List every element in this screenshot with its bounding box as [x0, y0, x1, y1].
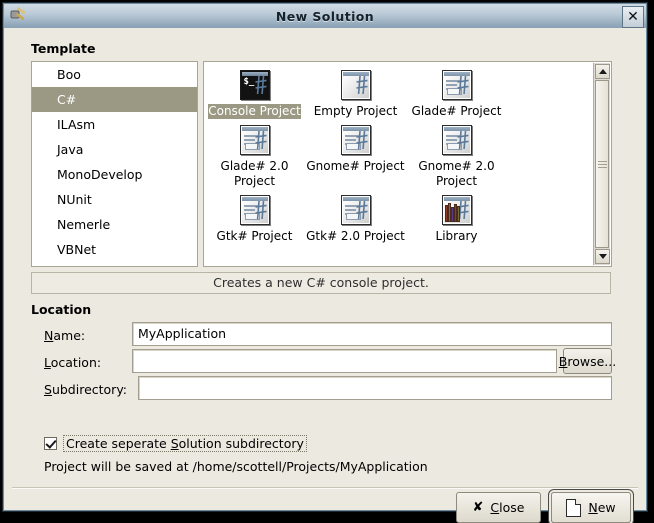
project-template-label: Gnome# 2.0 Project [418, 159, 495, 188]
scroll-down-icon[interactable] [595, 249, 610, 264]
project-template-label: Gtk# 2.0 Project [306, 229, 405, 243]
subdirectory-label: Subdirectory: [44, 382, 128, 397]
project-template-label: Empty Project [313, 104, 398, 118]
title-bar: New Solution ✕ [4, 4, 646, 29]
project-template-label: Console Project [208, 104, 301, 119]
project-template-item[interactable]: Gtk# Project [204, 195, 305, 244]
template-language-item[interactable]: VBNet [32, 237, 197, 262]
template-description: Creates a new C# console project. [31, 272, 611, 294]
template-language-item[interactable]: ILAsm [32, 112, 197, 137]
glade-window-icon [441, 70, 472, 100]
project-template-label: Library [435, 229, 478, 243]
template-language-item[interactable]: Nemerle [32, 212, 197, 237]
location-input[interactable] [132, 349, 557, 373]
project-template-item[interactable]: Library [406, 195, 507, 244]
footer-divider [12, 487, 638, 489]
template-language-list[interactable]: Boo C# ILAsm Java MonoDevelop NUnit Nemerle VBN… [31, 61, 198, 267]
dialog-content: Template Boo C# ILAsm Java MonoDevelop NUnit N… [4, 28, 646, 523]
project-pane-scrollbar[interactable] [593, 63, 610, 265]
scrollbar-grip-icon [597, 159, 607, 170]
checkbox-checked-icon[interactable] [44, 437, 57, 450]
checkbox-label: Create seperate Solution subdirectory [63, 435, 307, 452]
console-terminal-icon: $_ [239, 70, 270, 100]
new-button[interactable]: New [551, 492, 631, 523]
project-template-label: Gtk# Project [216, 229, 293, 243]
project-template-item[interactable]: Empty Project [305, 70, 406, 119]
template-language-item[interactable]: MonoDevelop [32, 162, 197, 187]
document-icon [566, 498, 582, 517]
template-language-item[interactable]: NUnit [32, 187, 197, 212]
project-template-item[interactable]: Glade# Project [406, 70, 507, 119]
project-template-label: Glade# Project [411, 104, 502, 118]
gnome-window-icon [441, 125, 472, 155]
project-template-item[interactable]: Gnome# Project [305, 125, 406, 189]
project-template-label: Glade# 2.0 Project [220, 159, 289, 188]
new-button-label: New [588, 500, 616, 515]
template-language-item[interactable]: C# [32, 87, 197, 112]
saved-path-text: Project will be saved at /home/scottell/… [44, 459, 428, 474]
template-language-item[interactable]: Boo [32, 62, 197, 87]
gnome-window-icon [340, 125, 371, 155]
name-label: Name: [44, 328, 86, 343]
project-template-item[interactable]: Glade# 2.0 Project [204, 125, 305, 189]
location-section-heading: Location [31, 302, 92, 317]
project-template-label: Gnome# Project [306, 159, 405, 173]
empty-window-icon [340, 70, 371, 100]
window-title: New Solution [275, 8, 375, 24]
create-separate-solution-subdirectory-checkbox[interactable]: Create seperate Solution subdirectory [44, 435, 307, 452]
project-template-item[interactable]: Gtk# 2.0 Project [305, 195, 406, 244]
close-button-label: Close [490, 500, 525, 515]
template-language-item[interactable]: Java [32, 137, 197, 162]
x-icon: ✘ [472, 500, 484, 515]
glade-window-icon [239, 125, 270, 155]
gtk-window-icon [239, 195, 270, 225]
location-label: Location: [44, 355, 102, 370]
gtk-window-icon [340, 195, 371, 225]
template-project-pane[interactable]: $_ Console Project Empty Project Glade# Pro… [203, 61, 612, 267]
scrollbar-thumb[interactable] [595, 80, 609, 248]
project-template-item[interactable]: Gnome# 2.0 Project [406, 125, 507, 189]
project-template-item[interactable]: $_ Console Project [204, 70, 305, 119]
subdirectory-input[interactable] [138, 376, 612, 400]
template-section-heading: Template [31, 41, 96, 56]
new-solution-dialog: New Solution ✕ Template Boo C# ILAsm Java Mo… [3, 3, 647, 523]
browse-button[interactable]: Browse... [559, 348, 616, 374]
library-books-icon [441, 195, 472, 225]
name-input[interactable]: MyApplication [132, 322, 612, 346]
close-icon[interactable]: ✕ [622, 6, 644, 28]
scroll-up-icon[interactable] [595, 64, 610, 79]
close-button[interactable]: ✘ Close [456, 492, 541, 523]
